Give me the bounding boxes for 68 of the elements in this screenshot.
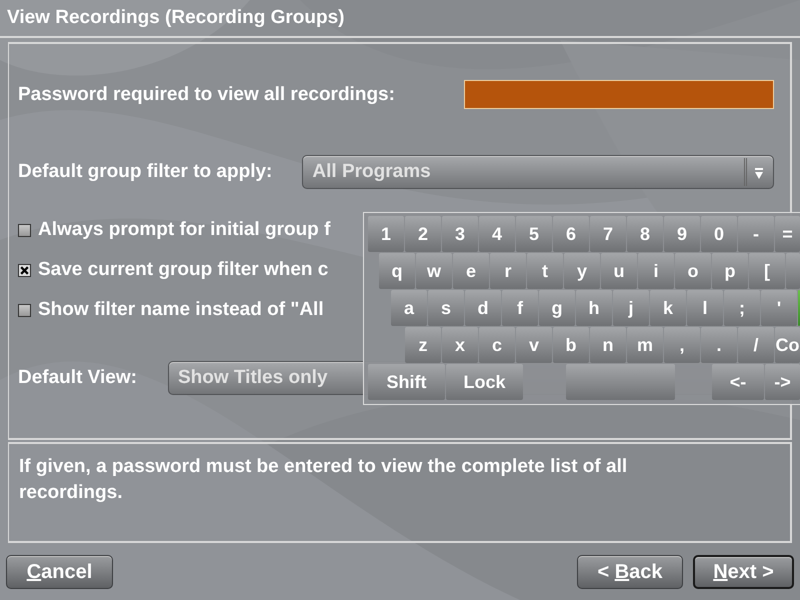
- default-view-label: Default View:: [18, 367, 137, 389]
- keyboard-key[interactable]: w: [416, 253, 452, 289]
- group-filter-label: Default group filter to apply:: [18, 161, 272, 183]
- checkbox-label: Always prompt for initial group f: [38, 219, 330, 241]
- keyboard-key[interactable]: b: [553, 327, 589, 363]
- keyboard-key[interactable]: ->: [765, 364, 800, 400]
- keyboard-key[interactable]: 5: [516, 216, 552, 252]
- keyboard-key[interactable]: =: [775, 216, 800, 252]
- checkbox[interactable]: [18, 264, 31, 276]
- keyboard-key[interactable]: 7: [590, 216, 626, 252]
- checkbox-label: Show filter name instead of "All: [38, 299, 324, 321]
- keyboard-key[interactable]: [566, 364, 675, 400]
- keyboard-key[interactable]: y: [564, 253, 600, 289]
- keyboard-key[interactable]: x: [442, 327, 478, 363]
- help-text: If given, a password must be entered to view the complete list of all recordings.: [19, 455, 628, 505]
- keyboard-key[interactable]: v: [516, 327, 552, 363]
- keyboard-key[interactable]: j: [613, 290, 649, 326]
- wizard-button[interactable]: < Back: [577, 555, 683, 589]
- keyboard-key[interactable]: Shift: [368, 364, 445, 400]
- keyboard-key[interactable]: 2: [405, 216, 441, 252]
- keyboard-key[interactable]: p: [712, 253, 748, 289]
- keyboard-key[interactable]: ,: [664, 327, 700, 363]
- down-arrow-icon: [754, 168, 764, 180]
- keyboard-key[interactable]: g: [539, 290, 575, 326]
- keyboard-key[interactable]: ': [761, 290, 797, 326]
- keyboard-key[interactable]: ;: [724, 290, 760, 326]
- wizard-button[interactable]: Cancel: [6, 555, 113, 589]
- keyboard-key[interactable]: z: [405, 327, 441, 363]
- keyboard-key[interactable]: t: [527, 253, 563, 289]
- keyboard-key[interactable]: -: [738, 216, 774, 252]
- keyboard-key[interactable]: m: [627, 327, 663, 363]
- keyboard-key[interactable]: h: [576, 290, 612, 326]
- checkbox[interactable]: [18, 224, 31, 236]
- keyboard-key[interactable]: u: [601, 253, 637, 289]
- keyboard-key[interactable]: <-: [712, 364, 764, 400]
- password-label: Password required to view all recordings:: [18, 84, 395, 106]
- keyboard-key[interactable]: f: [502, 290, 538, 326]
- keyboard-key[interactable]: s: [428, 290, 464, 326]
- keyboard-key[interactable]: n: [590, 327, 626, 363]
- keyboard-key[interactable]: e: [453, 253, 489, 289]
- keyboard-key[interactable]: 6: [553, 216, 589, 252]
- window-title: View Recordings (Recording Groups): [7, 7, 344, 29]
- keyboard-key[interactable]: l: [687, 290, 723, 326]
- checkbox[interactable]: [18, 304, 31, 316]
- keyboard-key[interactable]: Co: [775, 327, 800, 363]
- keyboard-key[interactable]: /: [738, 327, 774, 363]
- keyboard-key[interactable]: Lock: [446, 364, 523, 400]
- checkbox-label: Save current group filter when c: [38, 259, 328, 281]
- keyboard-key[interactable]: a: [391, 290, 427, 326]
- keyboard-key[interactable]: 9: [664, 216, 700, 252]
- password-field[interactable]: [464, 80, 774, 109]
- keyboard-key[interactable]: 0: [701, 216, 737, 252]
- keyboard-key[interactable]: 1: [368, 216, 404, 252]
- keyboard-key[interactable]: 3: [442, 216, 478, 252]
- keyboard-key[interactable]: [786, 253, 800, 289]
- keyboard-key[interactable]: 8: [627, 216, 663, 252]
- keyboard-key[interactable]: 4: [479, 216, 515, 252]
- keyboard-key[interactable]: .: [701, 327, 737, 363]
- wizard-button[interactable]: Next >: [693, 555, 794, 589]
- keyboard-key[interactable]: q: [379, 253, 415, 289]
- keyboard-key[interactable]: k: [650, 290, 686, 326]
- keyboard-key[interactable]: i: [638, 253, 674, 289]
- keyboard-key[interactable]: c: [479, 327, 515, 363]
- keyboard-key[interactable]: d: [465, 290, 501, 326]
- keyboard-key[interactable]: [: [749, 253, 785, 289]
- keyboard-key[interactable]: r: [490, 253, 526, 289]
- group-filter-dropdown[interactable]: All Programs: [302, 155, 774, 189]
- keyboard-key[interactable]: o: [675, 253, 711, 289]
